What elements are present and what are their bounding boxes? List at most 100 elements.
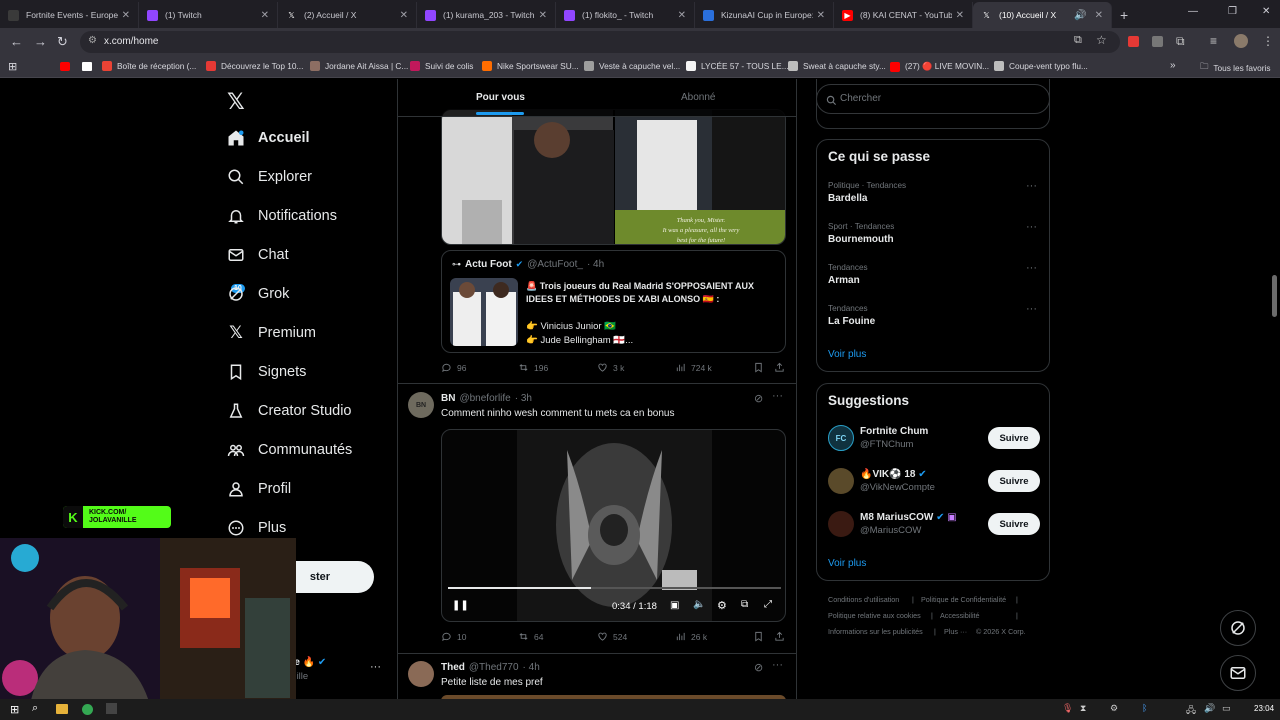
trend-item[interactable]: La Fouine	[828, 316, 875, 327]
browser-tab-6[interactable]: ▶ (8) KAI CENAT - YouTube ✕	[834, 2, 973, 28]
suggestion-name[interactable]: M8 MariusCOW ✔ ▣	[860, 512, 957, 523]
site-info-icon[interactable]: ⚙	[88, 35, 97, 46]
trend-item[interactable]: Bournemouth	[828, 234, 894, 245]
bookmark-7[interactable]: Sweat à capuche sty...	[788, 61, 886, 71]
bookmark-1[interactable]: Découvrez le Top 10...	[206, 61, 303, 71]
close-icon[interactable]: ✕	[400, 10, 408, 21]
back-icon[interactable]: ←	[10, 34, 23, 49]
bookmark-0[interactable]: Boîte de réception (...	[102, 61, 196, 71]
browser-tab-0[interactable]: Fortnite Events - Europe ✕	[0, 2, 139, 28]
video-progress-track[interactable]	[448, 587, 781, 589]
file-explorer-icon[interactable]	[56, 704, 68, 714]
like-button[interactable]: 524	[597, 631, 627, 642]
browser-tab-7[interactable]: 𝕏 (10) Accueil / X 🔊 ✕	[973, 2, 1112, 28]
nav-bookmarks[interactable]: Signets	[226, 362, 306, 382]
more-dots-icon[interactable]: ···	[370, 661, 381, 673]
close-icon[interactable]: ✕	[817, 10, 825, 21]
views-button[interactable]: 26 k	[675, 631, 707, 642]
grok-floating-button[interactable]	[1220, 610, 1256, 646]
bookmark-favicon-icon[interactable]	[82, 62, 92, 71]
taskbar-clock[interactable]: 23:04	[1254, 704, 1274, 713]
avatar[interactable]	[828, 468, 854, 494]
pause-icon[interactable]: ❚❚	[452, 600, 469, 611]
nav-grok[interactable]: Grok	[226, 284, 289, 304]
nav-home[interactable]: Accueil	[226, 128, 310, 148]
media-icon[interactable]: ≡	[1210, 34, 1217, 48]
reply-button[interactable]: 10	[441, 631, 466, 642]
browser-tab-2[interactable]: 𝕏 (2) Accueil / X ✕	[278, 2, 417, 28]
url-bar[interactable]: ⚙ x.com/home ⧉ ☆	[80, 31, 1120, 53]
bookmark-button[interactable]	[753, 362, 769, 373]
apps-icon[interactable]: ⊞	[8, 60, 17, 73]
nav-chat[interactable]: Chat	[226, 245, 289, 265]
browser-tab-1[interactable]: (1) Twitch ✕	[139, 2, 278, 28]
nav-premium[interactable]: 𝕏 Premium	[226, 323, 316, 343]
nav-creator-studio[interactable]: Creator Studio	[226, 401, 352, 421]
settings-gear-icon[interactable]: ⚙	[717, 599, 727, 612]
more-dots-icon[interactable]: ···	[772, 659, 783, 671]
bookmark-5[interactable]: Veste à capuche vel...	[584, 61, 680, 71]
views-button[interactable]: 724 k	[675, 362, 712, 373]
see-more-link[interactable]: Voir plus	[828, 349, 866, 360]
close-icon[interactable]: ✕	[1095, 10, 1103, 21]
bookmark-9[interactable]: Coupe-vent typo flu...	[994, 61, 1088, 71]
grok-icon[interactable]: ⊘	[754, 661, 763, 674]
all-bookmarks[interactable]: 🗀 Tous les favoris	[1200, 61, 1271, 75]
more-dots-icon[interactable]: ···	[1026, 180, 1037, 192]
close-icon[interactable]: ✕	[539, 10, 547, 21]
maximize-icon[interactable]: ❐	[1228, 6, 1237, 17]
new-tab-button[interactable]: +	[1120, 2, 1128, 28]
star-icon[interactable]: ☆	[1096, 33, 1107, 47]
bookmark-8[interactable]: (27) 🔴 LIVE MOVIN...	[890, 61, 989, 72]
search-input[interactable]: Chercher	[816, 84, 1050, 114]
nav-communities[interactable]: Communautés	[226, 440, 352, 460]
video-player[interactable]: ❚❚ 0:34 / 1:18 ▣ 🔈 ⚙ ⧉ ⤢	[441, 429, 786, 622]
repost-button[interactable]: 64	[518, 631, 543, 642]
menu-icon[interactable]: ⋮	[1262, 34, 1274, 48]
captions-icon[interactable]: ▣	[670, 600, 679, 611]
page-scrollbar[interactable]	[1272, 275, 1277, 317]
nav-explore[interactable]: Explorer	[226, 167, 312, 187]
avatar[interactable]: FC	[828, 425, 854, 451]
share-button[interactable]	[774, 631, 790, 642]
repost-button[interactable]: 196	[518, 362, 548, 373]
reply-button[interactable]: 96	[441, 362, 466, 373]
close-icon[interactable]: ✕	[122, 10, 130, 21]
avatar[interactable]	[408, 661, 434, 687]
avatar[interactable]: BN	[408, 392, 434, 418]
extension-icon[interactable]	[1128, 36, 1139, 47]
post-media[interactable]: Thank you, Mister. It was a pleasure, al…	[441, 109, 786, 245]
share-button[interactable]	[774, 362, 790, 373]
tab-for-you[interactable]: Pour vous	[476, 92, 525, 103]
follow-button[interactable]: Suivre	[988, 470, 1040, 492]
close-icon[interactable]: ✕	[678, 10, 686, 21]
bookmark-2[interactable]: Jordane Ait Aissa | C...	[310, 61, 408, 71]
bluetooth-icon[interactable]: ᛒ	[1142, 703, 1147, 713]
search-icon[interactable]: ⌕	[32, 702, 38, 715]
trend-item[interactable]: Bardella	[828, 193, 867, 204]
forward-icon[interactable]: →	[34, 34, 47, 49]
bookmark-6[interactable]: LYCÉE 57 - TOUS LE...	[686, 61, 789, 71]
mic-icon[interactable]: 🎙	[1062, 703, 1073, 714]
tray-icon[interactable]: ⧗	[1080, 703, 1086, 714]
browser-tab-3[interactable]: (1) kurama_203 - Twitch ✕	[417, 2, 556, 28]
quote-tweet[interactable]: ⊶ Actu Foot ✔ @ActuFoot_ · 4h 🚨 Trois jo…	[441, 250, 786, 353]
chevron-right-icon[interactable]: »	[1170, 60, 1176, 71]
youtube-icon[interactable]	[60, 62, 70, 71]
follow-button[interactable]: Suivre	[988, 513, 1040, 535]
nav-more[interactable]: Plus	[226, 518, 286, 538]
bookmark-button[interactable]	[753, 631, 769, 642]
more-dots-icon[interactable]: ···	[1026, 303, 1037, 315]
bookmark-4[interactable]: Nike Sportswear SU...	[482, 61, 579, 71]
trend-item[interactable]: Arman	[828, 275, 860, 286]
install-icon[interactable]: ⧉	[1074, 34, 1082, 47]
puzzle-icon[interactable]: ⧉	[1176, 34, 1185, 49]
x-logo-icon[interactable]: 𝕏	[227, 89, 245, 115]
chrome-icon[interactable]	[82, 704, 93, 715]
close-icon[interactable]: ✕	[956, 10, 964, 21]
profile-avatar-icon[interactable]	[1234, 34, 1248, 48]
minimize-icon[interactable]: —	[1188, 6, 1198, 17]
more-dots-icon[interactable]: ···	[1026, 262, 1037, 274]
see-more-link[interactable]: Voir plus	[828, 558, 866, 569]
reload-icon[interactable]: ↻	[57, 34, 68, 50]
